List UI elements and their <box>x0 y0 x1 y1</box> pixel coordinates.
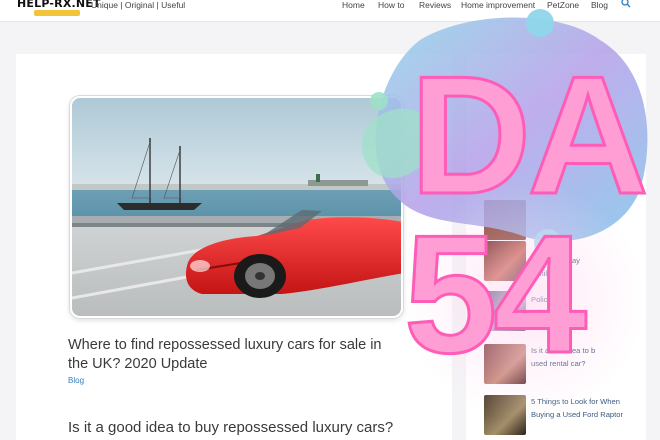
sidebar-post-3-line-2[interactable]: used rental car? <box>531 357 641 370</box>
sidebar-post-2-line-2[interactable]: sale <box>531 306 641 319</box>
sidebar-post-4-line-2[interactable]: Buying a Used Ford Raptor <box>531 408 641 421</box>
article-subheading: Is it a good idea to buy repossessed lux… <box>68 419 394 436</box>
sidebar-post-1-line-3[interactable]: family and F <box>531 267 641 280</box>
sidebar-post-4[interactable]: 5 Things to Look for When Buying a Used … <box>531 395 641 421</box>
article-category-link[interactable]: Blog <box>68 376 84 385</box>
sidebar-post-1-line-2[interactable]: Games to play <box>531 254 641 267</box>
site-header: HELP-RX.NET Unique | Original | Useful H… <box>0 0 660 22</box>
sidebar-post-3-line-1[interactable]: Is it a bad idea to b <box>531 344 641 357</box>
nav-blog[interactable]: Blog <box>591 0 608 10</box>
sidebar-post-1-line-1[interactable]: Online Tr <box>531 241 641 254</box>
sidebar-post-3[interactable]: Is it a bad idea to b used rental car? <box>531 344 641 370</box>
search-icon[interactable] <box>621 0 631 8</box>
logo-underline <box>34 10 80 16</box>
article-featured-image[interactable] <box>70 96 403 318</box>
nav-home[interactable]: Home <box>342 0 365 10</box>
site-tagline: Unique | Original | Useful <box>91 0 186 10</box>
nav-how-to[interactable]: How to <box>378 0 404 10</box>
article-title-line-1[interactable]: Where to find repossessed luxury cars fo… <box>68 336 428 355</box>
sidebar-thumb-0[interactable] <box>484 200 526 240</box>
nav-home-improvement[interactable]: Home improvement <box>461 0 535 10</box>
nav-petzone[interactable]: PetZone <box>547 0 579 10</box>
sidebar-thumb-1[interactable] <box>484 241 526 281</box>
sidebar-post-4-line-1[interactable]: 5 Things to Look for When <box>531 395 641 408</box>
nav-reviews[interactable]: Reviews <box>419 0 451 10</box>
sidebar-thumb-3[interactable] <box>484 344 526 384</box>
sidebar-post-2-line-1[interactable]: Police <box>531 293 641 306</box>
site-logo[interactable]: HELP-RX.NET <box>17 0 101 10</box>
sidebar-post-1[interactable]: Online Tr Games to play family and F <box>531 241 641 280</box>
article-title[interactable]: Where to find repossessed luxury cars fo… <box>68 336 428 374</box>
sidebar-thumb-4[interactable] <box>484 395 526 435</box>
sidebar-post-2[interactable]: Police sale <box>531 293 641 319</box>
red-convertible-photo <box>72 98 401 316</box>
sidebar-thumb-2[interactable] <box>484 291 526 331</box>
article-title-line-2[interactable]: the UK? 2020 Update <box>68 355 428 374</box>
